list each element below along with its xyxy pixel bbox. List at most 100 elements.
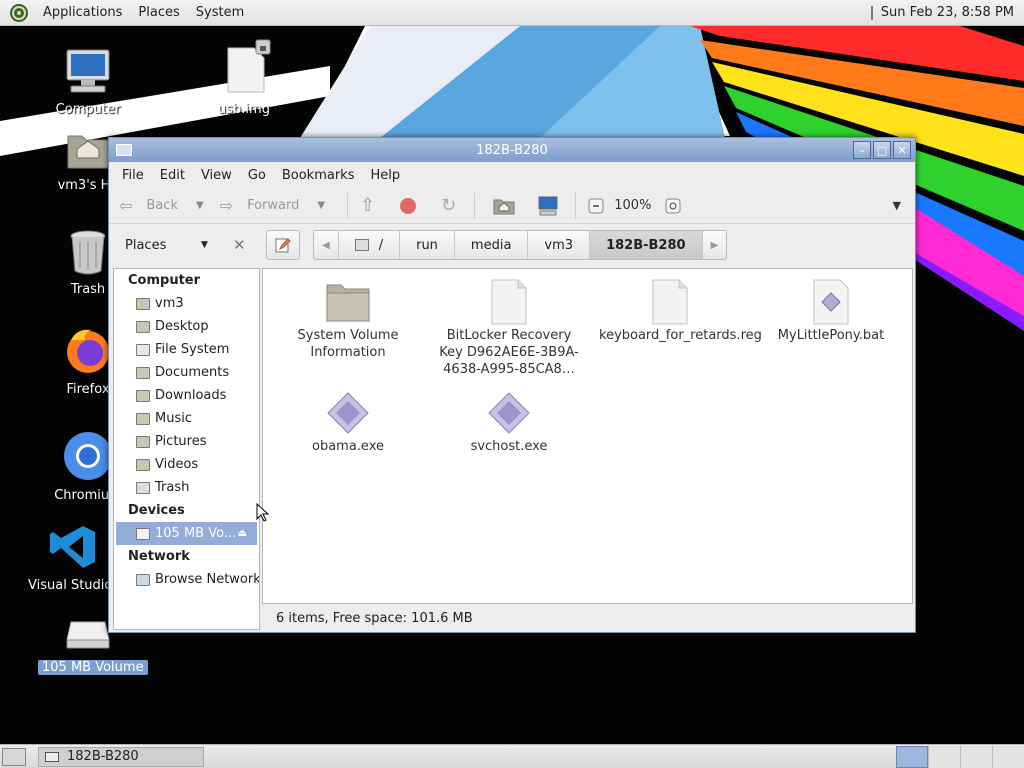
places-menu[interactable]: Places — [130, 0, 187, 26]
sidebar-item-105mb-volume[interactable]: 105 MB Vo... ⏏ — [116, 522, 257, 545]
back-history-dropdown-icon[interactable]: ▼ — [196, 200, 204, 211]
folder-icon — [136, 435, 150, 448]
panel-separator — [870, 5, 873, 20]
eject-icon[interactable]: ⏏ — [238, 528, 247, 539]
menu-go[interactable]: Go — [240, 168, 274, 183]
desktop-icon-usb-img[interactable]: usb.img — [194, 38, 294, 117]
breadcrumb: ◀ / run media vm3 182B-B280 ▶ — [313, 230, 728, 260]
maximize-button[interactable]: □ — [873, 141, 891, 159]
folder-icon — [136, 389, 150, 402]
stop-button[interactable] — [399, 191, 417, 221]
sidebar-item-downloads[interactable]: Downloads — [114, 384, 259, 407]
distro-logo-icon[interactable] — [9, 3, 29, 23]
menu-file[interactable]: File — [114, 168, 152, 183]
breadcrumb-root[interactable]: / — [339, 231, 401, 259]
sidebar-item-documents[interactable]: Documents — [114, 361, 259, 384]
sidebar-item-label: File System — [155, 342, 230, 357]
zoom-out-button[interactable] — [588, 191, 604, 221]
minimize-button[interactable]: – — [853, 141, 871, 159]
file-item[interactable]: svchost.exe — [434, 388, 584, 455]
desktop-icon-label: 105 MB Volume — [38, 660, 148, 675]
file-manager-window[interactable]: 182B-B280 – □ ✕ File Edit View Go Bookma… — [108, 137, 916, 633]
toolbar-overflow-button[interactable]: ▼ — [893, 191, 901, 221]
home-button[interactable] — [493, 191, 515, 221]
computer-button[interactable] — [537, 191, 559, 221]
forward-history-dropdown-icon[interactable]: ▼ — [317, 200, 325, 211]
folder-icon — [136, 412, 150, 425]
workspace-4[interactable] — [992, 745, 1024, 768]
sidebar-item-file-system[interactable]: File System — [114, 338, 259, 361]
file-name: System Volume Information — [297, 328, 399, 360]
workspace-1[interactable] — [896, 745, 928, 768]
sidebar-item-music[interactable]: Music — [114, 407, 259, 430]
breadcrumb-media[interactable]: media — [455, 231, 529, 259]
toolbar-separator — [575, 192, 577, 219]
sidebar-item-vm3[interactable]: vm3 — [114, 292, 259, 315]
file-item[interactable]: keyboard_for_retards.reg — [595, 277, 762, 344]
close-button[interactable]: ✕ — [893, 141, 911, 159]
forward-button[interactable]: ⇨ Forward — [220, 191, 300, 221]
drive-icon — [354, 239, 369, 251]
menu-view[interactable]: View — [193, 168, 240, 183]
status-text: 6 items, Free space: 101.6 MB — [276, 610, 473, 626]
show-desktop-button[interactable] — [2, 747, 26, 766]
up-button[interactable]: ⇧ — [360, 191, 375, 221]
sidebar-item-pictures[interactable]: Pictures — [114, 430, 259, 453]
file-view[interactable]: System Volume Information BitLocker Reco… — [262, 268, 913, 604]
breadcrumb-scroll-right[interactable]: ▶ — [703, 231, 727, 259]
forward-label: Forward — [247, 198, 300, 213]
file-name: svchost.exe — [470, 439, 548, 454]
sidebar-item-videos[interactable]: Videos — [114, 453, 259, 476]
sidebar-item-label: vm3 — [155, 296, 184, 311]
chevron-down-icon: ▼ — [201, 240, 208, 250]
menu-help[interactable]: Help — [362, 168, 408, 183]
menu-edit[interactable]: Edit — [152, 168, 193, 183]
workspace-2[interactable] — [928, 745, 960, 768]
sidebar-header-devices: Devices — [128, 503, 185, 518]
toggle-location-entry-button[interactable] — [266, 230, 300, 260]
executable-icon — [488, 392, 530, 434]
applications-menu[interactable]: Applications — [35, 0, 130, 26]
taskbar-item-file-manager[interactable]: 182B-B280 — [38, 746, 204, 767]
zoom-level[interactable]: 100% — [614, 191, 651, 221]
network-icon — [136, 573, 150, 586]
menu-bookmarks[interactable]: Bookmarks — [274, 168, 363, 183]
breadcrumb-scroll-left[interactable]: ◀ — [314, 231, 339, 259]
window-titlebar[interactable]: 182B-B280 – □ ✕ — [109, 138, 915, 162]
file-item[interactable]: obama.exe — [273, 388, 423, 455]
sidebar-item-trash[interactable]: Trash — [114, 476, 259, 499]
system-menu[interactable]: System — [188, 0, 252, 26]
zoom-normal-icon — [665, 198, 681, 213]
clock[interactable]: Sun Feb 23, 8:58 PM — [870, 5, 1024, 20]
breadcrumb-current[interactable]: 182B-B280 — [590, 231, 703, 259]
breadcrumb-vm3[interactable]: vm3 — [528, 231, 591, 259]
location-bar: Places ▼ ✕ ◀ / run media vm3 182B-B280 ▶ — [109, 224, 915, 266]
zoom-normal-button[interactable] — [665, 191, 681, 221]
desktop-icon-computer[interactable]: Computer — [38, 46, 138, 117]
reload-button[interactable]: ↻ — [441, 191, 456, 221]
sidebar-item-browse-network[interactable]: Browse Network — [114, 568, 259, 591]
side-pane-selector[interactable]: Places ▼ ✕ — [109, 224, 254, 266]
clock-text: Sun Feb 23, 8:58 PM — [880, 5, 1014, 20]
drive-icon — [66, 621, 110, 649]
toolbar-separator — [347, 192, 349, 219]
computer-icon — [538, 196, 558, 215]
file-item[interactable]: BitLocker Recovery Key D962AE6E-3B9A-463… — [434, 277, 584, 378]
executable-icon — [327, 392, 369, 434]
up-arrow-icon: ⇧ — [360, 195, 376, 216]
sidebar-item-label: Pictures — [155, 434, 207, 449]
close-side-pane-icon[interactable]: ✕ — [233, 236, 246, 254]
file-item[interactable]: MyLittlePony.bat — [756, 277, 906, 344]
file-item[interactable]: System Volume Information — [273, 277, 423, 361]
file-icon — [227, 39, 271, 93]
firefox-icon — [67, 329, 109, 373]
breadcrumb-run[interactable]: run — [400, 231, 455, 259]
workspace-3[interactable] — [960, 745, 992, 768]
sidebar-item-label: Desktop — [155, 319, 209, 334]
sidebar-item-desktop[interactable]: Desktop — [114, 315, 259, 338]
sidebar-item-label: Music — [155, 411, 192, 426]
back-button[interactable]: ⇦ Back — [119, 191, 178, 221]
chromium-icon — [64, 432, 112, 480]
toolbar-separator — [474, 192, 476, 219]
sidebar-item-label: 105 MB Vo... — [155, 526, 237, 541]
